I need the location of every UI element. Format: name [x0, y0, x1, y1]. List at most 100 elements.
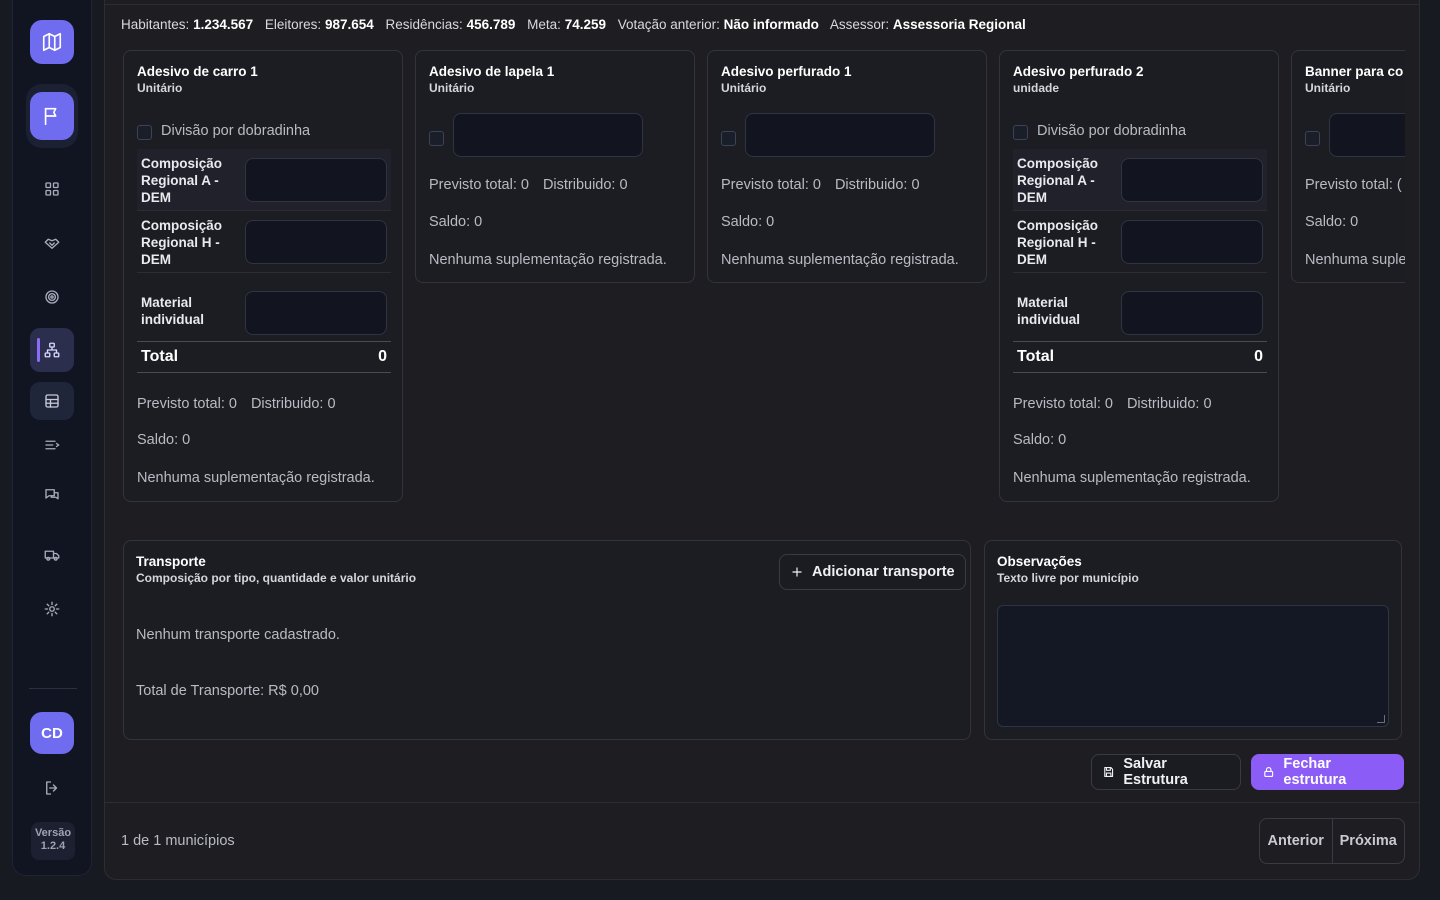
item-checkbox[interactable] [1305, 131, 1320, 146]
distributed-text: Distribuido: 0 [250, 396, 336, 412]
split-checkbox[interactable] [137, 125, 152, 140]
card-title: Adesivo de lapela 1 [429, 64, 555, 79]
transport-subtitle: Composição por tipo, quantidade e valor … [136, 571, 417, 585]
truck-icon [44, 550, 60, 561]
material-cards-scroller[interactable]: Adesivo de carro 1 Unitário Divisão por … [123, 50, 1405, 510]
composition-row: Composição Regional A - DEM [1013, 149, 1267, 211]
chat-icon [45, 489, 59, 500]
notes-subtitle: Texto livre por município [997, 571, 1139, 585]
stat-label: Assessor: [829, 17, 890, 32]
composition-quantity-input[interactable] [245, 220, 387, 264]
save-structure-label: Salvar Estrutura [1123, 756, 1188, 788]
close-structure-label: Fechar estrutura [1283, 756, 1347, 788]
stat-value: Não informado [723, 17, 819, 32]
quantity-input[interactable] [453, 113, 643, 157]
composition-name: Composição Regional A - DEM [141, 156, 223, 205]
card-unit: Unitário [429, 81, 475, 95]
total-row: Total 0 [1013, 341, 1267, 373]
user-avatar[interactable]: CD [30, 712, 74, 754]
stat-value: 456.789 [466, 17, 516, 32]
sidebar-item-list[interactable] [30, 423, 74, 467]
logout-button[interactable] [30, 766, 74, 810]
close-structure-button[interactable]: Fechar estrutura [1251, 754, 1404, 790]
forecast-info: Previsto total: 0 Distribuido: 0 [137, 396, 336, 412]
sidebar-item-target[interactable] [30, 275, 74, 319]
stat-label: Residências: [385, 17, 463, 32]
map-logo-button[interactable] [30, 20, 74, 64]
forecast-text: Previsto total: ( [1305, 177, 1402, 193]
total-value: 0 [378, 348, 387, 365]
transport-total: Total de Transporte: R$ 0,00 [136, 683, 319, 699]
target-icon [45, 290, 59, 304]
material-card: Adesivo perfurado 2 unidade Divisão por … [999, 50, 1279, 502]
card-title: Banner para co [1305, 64, 1404, 79]
distributed-text: Distribuido: 0 [542, 177, 628, 193]
sidebar-item-transport[interactable] [30, 533, 74, 577]
pagination-summary: 1 de 1 municípios [121, 833, 235, 849]
version-label: Versão [34, 827, 72, 839]
distributed-text: Distribuido: 0 [834, 177, 920, 193]
lock-icon [1264, 766, 1274, 778]
card-unit: Unitário [721, 81, 767, 95]
stat-label: Eleitores: [264, 17, 322, 32]
quantity-input[interactable] [1329, 113, 1405, 157]
flag-icon [44, 107, 57, 126]
sidebar-item-table[interactable] [30, 382, 74, 420]
flag-button[interactable] [30, 92, 74, 140]
composition-quantity-input[interactable] [1121, 220, 1263, 264]
composition-name: Composição Regional A - DEM [1017, 156, 1099, 205]
stat-value: 1.234.567 [193, 17, 254, 32]
split-checkbox[interactable] [1013, 125, 1028, 140]
previous-page-button[interactable]: Anterior [1260, 819, 1332, 863]
material-card: Banner para co Unitário Previsto total: … [1291, 50, 1405, 283]
municipality-stats: Habitantes: 1.234.567 Eleitores: 987.654… [121, 17, 1034, 32]
no-supplement-text: Nenhuma suplementação registrada. [721, 252, 959, 268]
sidebar-item-dashboard[interactable] [30, 167, 74, 211]
forecast-info: Previsto total: 0 Distribuido: 0 [721, 177, 920, 193]
total-label: Total [1017, 348, 1055, 365]
forecast-text: Previsto total: 0 [429, 177, 529, 193]
sidebar-item-chat[interactable] [30, 473, 74, 517]
forecast-info: Previsto total: 0 Distribuido: 0 [1013, 396, 1212, 412]
no-supplement-text: Nenhuma suplementação registrada. [137, 470, 375, 486]
logout-icon [46, 781, 58, 795]
stat-label: Meta: [527, 17, 561, 32]
stat-label: Votação anterior: [617, 17, 720, 32]
individual-quantity-input[interactable] [245, 291, 387, 335]
balance-text: Saldo: 0 [721, 214, 775, 230]
forecast-text: Previsto total: 0 [721, 177, 821, 193]
item-checkbox[interactable] [429, 131, 444, 146]
top-divider [105, 4, 1419, 5]
card-unit: unidade [1013, 81, 1060, 95]
individual-row: Material individual [137, 273, 391, 341]
save-structure-button[interactable]: Salvar Estrutura [1091, 754, 1241, 790]
version-number: 1.2.4 [40, 840, 66, 852]
plus-icon [792, 567, 802, 577]
card-unit: Unitário [137, 81, 183, 95]
notes-textarea[interactable] [997, 605, 1389, 727]
resize-handle-icon[interactable] [1377, 715, 1385, 723]
list-arrow-icon [45, 440, 60, 450]
no-supplement-text: Nenhuma suple [1305, 252, 1405, 268]
item-checkbox[interactable] [721, 131, 736, 146]
next-page-button[interactable]: Próxima [1331, 819, 1405, 863]
composition-quantity-input[interactable] [245, 158, 387, 202]
sidebar-item-settings[interactable] [30, 587, 74, 631]
individual-quantity-input[interactable] [1121, 291, 1263, 335]
balance-text: Saldo: 0 [137, 432, 191, 448]
quantity-input[interactable] [745, 113, 935, 157]
composition-name: Composição Regional H - DEM [141, 218, 223, 267]
total-value: 0 [1254, 348, 1263, 365]
composition-quantity-input[interactable] [1121, 158, 1263, 202]
save-icon [1104, 767, 1114, 777]
sidebar: CD Versão 1.2.4 [12, 0, 92, 876]
sidebar-item-structure[interactable] [30, 328, 74, 372]
material-card: Adesivo de carro 1 Unitário Divisão por … [123, 50, 403, 502]
add-transport-button[interactable]: Adicionar transporte [779, 554, 966, 590]
forecast-text: Previsto total: 0 [137, 396, 237, 412]
no-supplement-text: Nenhuma suplementação registrada. [429, 252, 667, 268]
composition-row: Composição Regional H - DEM [1013, 211, 1267, 273]
table-icon [45, 394, 59, 408]
sidebar-item-handshake[interactable] [30, 221, 74, 265]
forecast-text: Previsto total: 0 [1013, 396, 1113, 412]
